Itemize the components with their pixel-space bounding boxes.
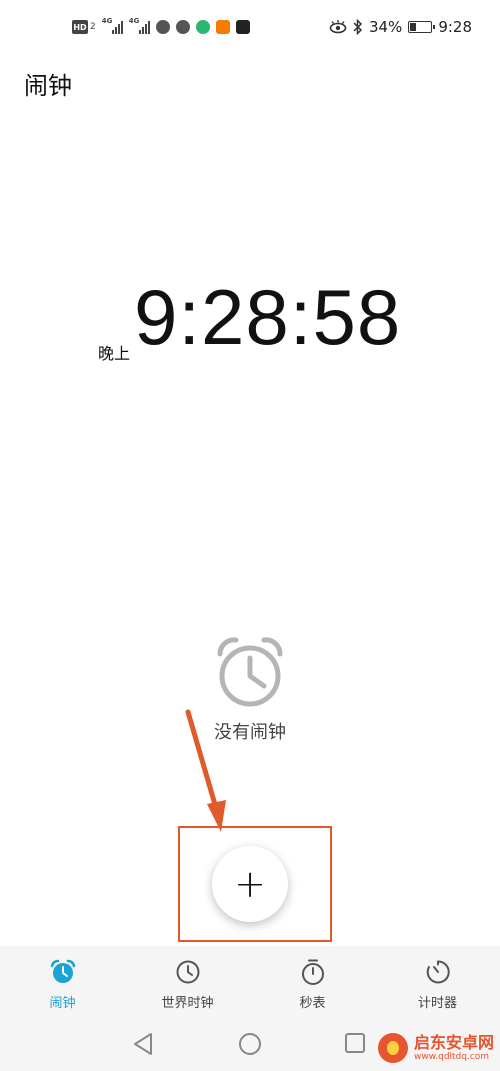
watermark-logo-icon bbox=[377, 1033, 408, 1063]
signal-tag: 4G bbox=[101, 17, 113, 25]
status-time: 9:28 bbox=[438, 18, 472, 36]
tab-alarm[interactable]: 闹钟 bbox=[0, 946, 125, 1018]
tab-label: 世界时钟 bbox=[161, 996, 214, 1011]
empty-state-text: 没有闹钟 bbox=[214, 722, 286, 743]
bottom-nav: 闹钟 世界时钟 秒表 计时器 bbox=[0, 946, 500, 1018]
tab-stopwatch[interactable]: 秒表 bbox=[250, 946, 375, 1018]
back-icon[interactable] bbox=[132, 1032, 154, 1056]
battery-icon bbox=[408, 21, 436, 33]
play-icon bbox=[195, 20, 210, 34]
plus-icon: + bbox=[234, 862, 266, 906]
video-app-icon bbox=[215, 20, 230, 34]
add-alarm-button[interactable]: + bbox=[212, 846, 288, 922]
clock-time: 9:28:58 bbox=[134, 273, 402, 361]
alarm-clock-icon bbox=[217, 637, 283, 707]
tab-label: 秒表 bbox=[299, 996, 326, 1011]
alarm-icon bbox=[50, 959, 75, 983]
chat-icon bbox=[175, 20, 190, 34]
home-icon[interactable] bbox=[238, 1032, 262, 1056]
signal-icon: 4G bbox=[101, 17, 123, 34]
battery-percent: 34% bbox=[368, 18, 403, 36]
stopwatch-icon bbox=[301, 959, 324, 985]
hd-sub: 2 bbox=[90, 22, 96, 32]
watermark-name: 启东安卓网 bbox=[413, 1033, 494, 1053]
signal-icon: 4G bbox=[128, 17, 150, 34]
world-clock-icon bbox=[176, 960, 199, 984]
watermark: 启东安卓网 www.qdltdq.com bbox=[377, 1033, 494, 1063]
watermark-url: www.qdltdq.com bbox=[413, 1051, 490, 1062]
status-left: HD 2 4G 4G bbox=[72, 17, 250, 34]
page-title: 闹钟 bbox=[24, 72, 72, 100]
cloud-icon bbox=[155, 20, 170, 34]
timer-icon bbox=[426, 960, 450, 984]
signal-tag: 4G bbox=[128, 17, 140, 25]
tab-label: 闹钟 bbox=[49, 996, 76, 1011]
clock-period: 晚上 bbox=[98, 344, 131, 363]
bluetooth-icon bbox=[353, 19, 363, 35]
status-bar: HD 2 4G 4G 34% 9:28 bbox=[0, 0, 500, 58]
recents-icon[interactable] bbox=[344, 1032, 366, 1054]
tab-timer[interactable]: 计时器 bbox=[375, 946, 500, 1018]
tiktok-icon bbox=[235, 20, 250, 34]
digital-clock: 晚上 9:28:58 bbox=[0, 273, 500, 380]
tab-label: 计时器 bbox=[417, 996, 457, 1011]
eye-comfort-icon bbox=[329, 20, 347, 34]
tab-world-clock[interactable]: 世界时钟 bbox=[125, 946, 250, 1018]
hd-badge: HD bbox=[72, 20, 88, 34]
status-right: 34% 9:28 bbox=[329, 18, 472, 36]
